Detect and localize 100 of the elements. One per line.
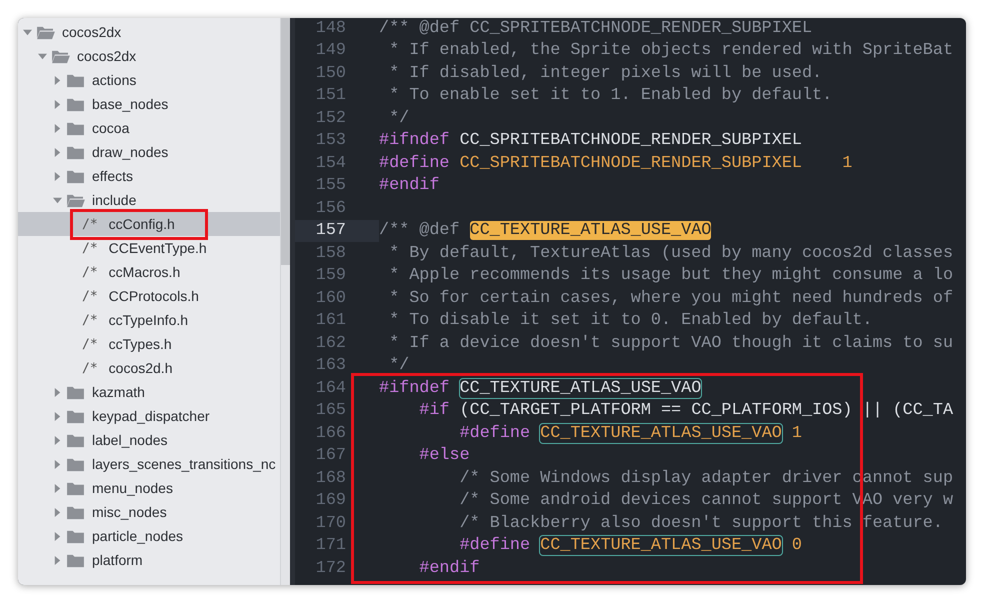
folder-item[interactable]: label_nodes	[18, 428, 280, 452]
caret-right-icon	[53, 124, 62, 132]
line-number: 166	[314, 422, 347, 444]
line-number: 154	[314, 152, 347, 174]
folder-icon	[66, 456, 85, 472]
code-line: * If disabled, integer pixels will be used.	[388, 64, 822, 83]
line-number: 165	[314, 400, 347, 422]
caret-right-icon	[53, 436, 62, 444]
file-item[interactable]: /* cocos2d.h	[18, 356, 280, 380]
open-folder-icon	[66, 192, 85, 208]
line-number: 155	[314, 175, 347, 197]
folder-item[interactable]: effects	[18, 164, 280, 188]
folder-icon	[66, 96, 85, 112]
folder-item[interactable]: misc_nodes	[18, 500, 280, 524]
folder-item[interactable]: cocoa	[18, 116, 280, 140]
folder-item[interactable]: base_nodes	[18, 92, 280, 116]
line-number: 157	[295, 220, 379, 242]
code-line: #define CC_SPRITEBATCHNODE_RENDER_SUBPIXEL 1	[379, 154, 852, 173]
line-number: 167	[314, 445, 347, 467]
code-line: * So for certain cases, where you might need hundreds of	[388, 288, 954, 308]
comment-file-icon: /*	[82, 312, 98, 328]
comment-file-icon: /*	[82, 264, 98, 280]
folder-icon	[66, 120, 85, 136]
code-line: * To enable set it to 1. Enabled by default.	[388, 86, 832, 106]
code-line: #ifndef CC_SPRITEBATCHNODE_RENDER_SUBPIXEL	[379, 131, 802, 150]
folder-icon	[66, 552, 85, 568]
folder-item[interactable]: draw_nodes	[18, 140, 280, 164]
code-line: * If a device doesn't support VAO though it claims to su	[388, 334, 954, 353]
folder-icon	[66, 528, 85, 544]
line-number: 168	[314, 468, 347, 490]
caret-right-icon	[53, 388, 62, 396]
caret-down-icon	[38, 52, 47, 60]
file-item[interactable]: /* CCEventType.h	[18, 236, 280, 260]
file-item[interactable]: /* ccTypes.h	[18, 332, 280, 356]
line-number: 163	[314, 355, 347, 377]
folder-item[interactable]: keypad_dispatcher	[18, 404, 280, 428]
line-number: 151	[314, 85, 347, 107]
code-line: #endif	[418, 558, 480, 578]
caret-right-icon	[53, 484, 62, 492]
folder-icon	[66, 480, 85, 496]
caret-right-icon	[53, 76, 62, 84]
code-line: */	[388, 356, 410, 376]
folder-icon	[66, 168, 85, 184]
folder-item[interactable]: layers_scenes_transitions_nc	[18, 452, 280, 476]
caret-right-icon	[53, 412, 62, 420]
line-number: 164	[314, 378, 347, 400]
code-line: * If enabled, the Sprite objects rendered with SpriteBat	[388, 41, 954, 60]
code-line: #define CC_TEXTURE_ATLAS_USE_VAO 1	[458, 424, 802, 443]
folder-item[interactable]: cocos2dx	[18, 20, 280, 44]
comment-file-icon: /*	[82, 336, 98, 352]
code-line: /** @def CC_SPRITEBATCHNODE_RENDER_SUBPIXEL	[379, 18, 812, 38]
caret-down-icon	[23, 28, 32, 36]
open-folder-icon	[36, 24, 55, 40]
line-number: 159	[314, 265, 347, 287]
folder-item[interactable]: kazmath	[18, 380, 280, 404]
caret-right-icon	[53, 460, 62, 468]
caret-right-icon	[53, 532, 62, 540]
code-line: #if (CC_TARGET_PLATFORM == CC_PLATFORM_IOS) || (CC_TA	[418, 401, 954, 420]
code-line: #else	[418, 446, 470, 466]
folder-item[interactable]: cocos2dx	[18, 44, 280, 68]
folder-item[interactable]: particle_nodes	[18, 524, 280, 548]
folder-item[interactable]: menu_nodes	[18, 476, 280, 500]
scrollbar-thumb[interactable]	[281, 18, 290, 265]
open-folder-icon	[51, 48, 70, 64]
folder-icon	[66, 72, 85, 88]
code-line: * By default, TextureAtlas (used by many cocos2d classes	[388, 244, 954, 263]
file-item[interactable]: /* ccConfig.h	[18, 212, 280, 236]
line-number: 148	[314, 18, 347, 40]
caret-right-icon	[53, 148, 62, 156]
comment-file-icon: /*	[82, 288, 98, 304]
code-line: * To disable it set it to 0. Enabled by default.	[388, 311, 872, 330]
folder-item[interactable]: platform	[18, 548, 280, 572]
line-number: 160	[314, 288, 347, 310]
line-number: 149	[314, 40, 347, 62]
line-number: 161	[314, 310, 347, 332]
line-number: 156	[314, 198, 347, 220]
folder-icon	[66, 144, 85, 160]
file-item[interactable]: /* ccMacros.h	[18, 260, 280, 284]
line-number: 169	[314, 490, 347, 512]
line-number: 172	[314, 558, 347, 580]
code-line: * Apple recommends its usage but they might consume a lo	[388, 266, 954, 286]
file-item[interactable]: /* ccTypeInfo.h	[18, 308, 280, 332]
folder-item[interactable]: include	[18, 188, 280, 212]
comment-file-icon: /*	[82, 360, 98, 376]
caret-right-icon	[53, 100, 62, 108]
folder-icon	[66, 432, 85, 448]
folder-item[interactable]: actions	[18, 68, 280, 92]
file-item[interactable]: /* CCProtocols.h	[18, 284, 280, 308]
line-number: 162	[314, 332, 347, 354]
folder-icon	[66, 408, 85, 424]
folder-icon	[66, 384, 85, 400]
folder-icon	[66, 504, 85, 520]
code-line: #endif	[379, 176, 440, 196]
line-number: 170	[314, 512, 347, 534]
line-number: 158	[314, 242, 347, 264]
code-line: */	[388, 108, 410, 128]
code-line: #define CC_TEXTURE_ATLAS_USE_VAO 0	[458, 536, 802, 556]
line-number: 171	[314, 535, 347, 557]
caret-down-icon	[53, 196, 62, 204]
code-line: #ifndef CC_TEXTURE_ATLAS_USE_VAO	[379, 378, 702, 398]
